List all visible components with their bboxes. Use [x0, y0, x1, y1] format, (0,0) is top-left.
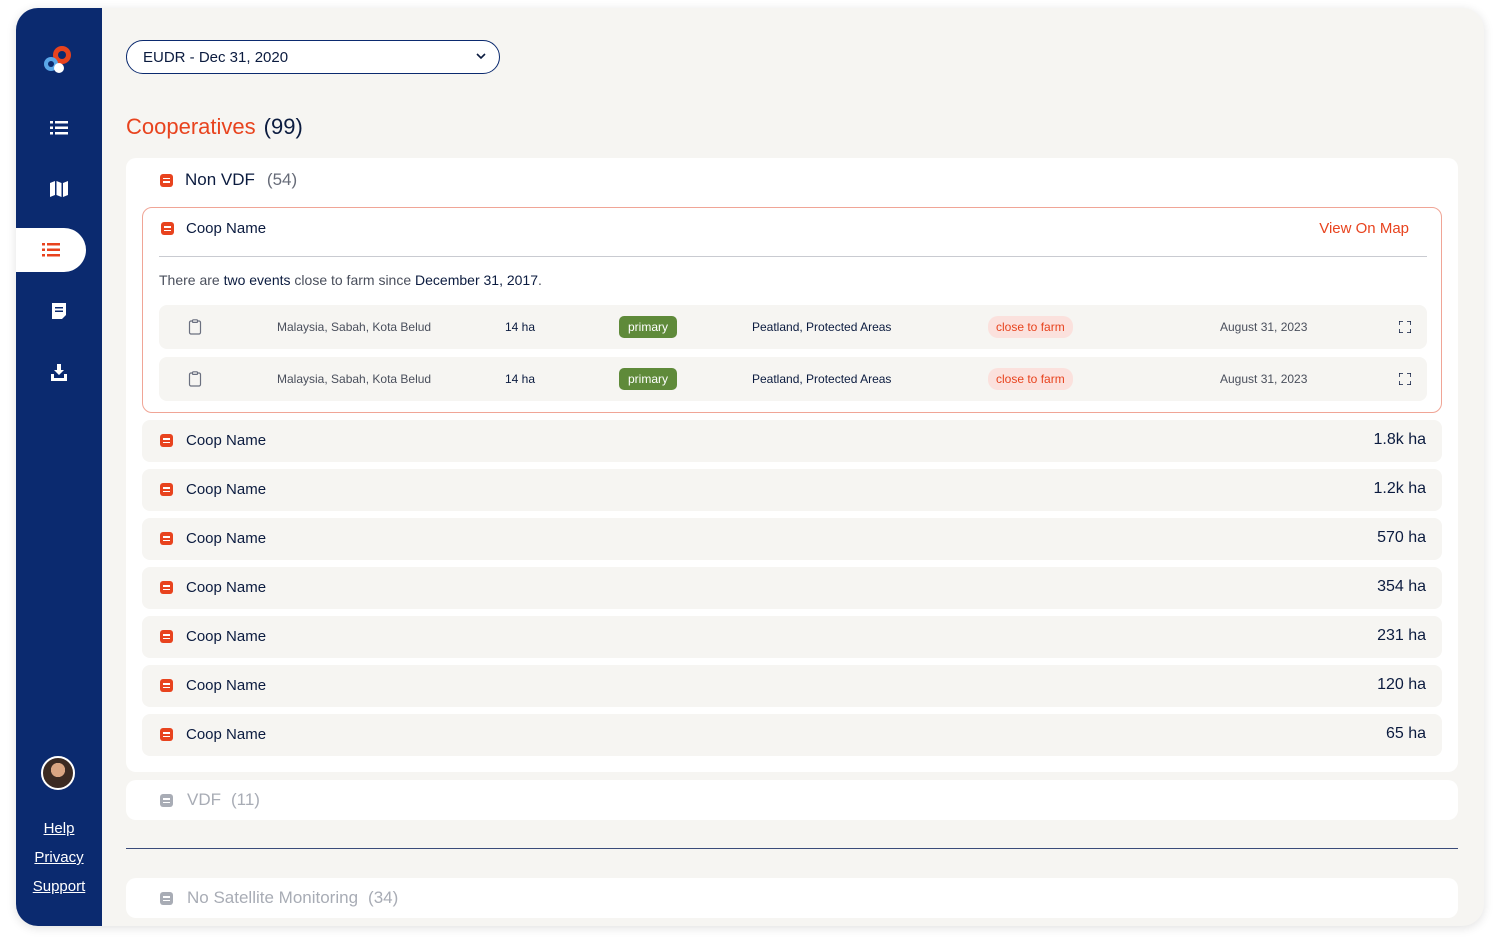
coop-area: 1.2k ha: [1373, 480, 1426, 497]
cooperative-icon: [160, 728, 173, 741]
coop-row[interactable]: Coop Name 1.2k ha: [142, 469, 1442, 511]
event-area: 14 ha: [505, 372, 536, 386]
cooperative-icon: [160, 483, 173, 496]
coop-name: Coop Name: [186, 432, 267, 449]
support-link[interactable]: Support: [16, 878, 102, 895]
coop-name: Coop Name: [186, 628, 267, 645]
cooperative-icon: [160, 434, 173, 447]
nav-list[interactable]: [16, 106, 102, 150]
group-vdf-label: VDF (11): [187, 790, 260, 810]
nav-documents[interactable]: [16, 289, 102, 333]
event-row[interactable]: Malaysia, Sabah, Kota Belud 14 ha primar…: [159, 305, 1427, 349]
cooperative-icon: [160, 630, 173, 643]
summary-event-count: two events: [223, 272, 291, 288]
page-title-count: (99): [263, 114, 303, 139]
app-logo[interactable]: [40, 42, 76, 78]
list-icon: [50, 121, 68, 135]
coop-row[interactable]: Coop Name 1.8k ha: [142, 420, 1442, 462]
events-summary: There are two events close to farm since…: [159, 272, 542, 288]
event-location: Malaysia, Sabah, Kota Belud: [277, 320, 432, 334]
coop-name: Coop Name: [186, 530, 267, 547]
user-avatar[interactable]: [41, 756, 75, 790]
group-no-satellite-label: No Satellite Monitoring (34): [187, 888, 398, 908]
cooperative-icon: [160, 679, 173, 692]
chevron-down-icon: [476, 53, 486, 60]
page-title-text: Cooperatives: [126, 114, 256, 139]
event-zone: Peatland, Protected Areas: [752, 320, 892, 334]
document-icon: [52, 303, 66, 319]
help-link[interactable]: Help: [16, 820, 102, 837]
coop-name: Coop Name: [186, 726, 267, 743]
group-count: (34): [368, 888, 399, 907]
event-date: August 31, 2023: [1220, 372, 1308, 386]
group-non-vdf-header[interactable]: Non VDF (54): [160, 170, 297, 190]
coop-expanded-card: Coop Name View On Map There are two even…: [142, 207, 1442, 413]
sidebar: Help Privacy Support: [16, 8, 102, 926]
event-type-tag: primary: [619, 368, 678, 390]
coop-expanded-header[interactable]: Coop Name: [161, 220, 266, 237]
summary-text: .: [538, 272, 542, 288]
event-type-tag: primary: [619, 316, 678, 338]
group-label: Non VDF: [185, 170, 255, 189]
event-date: August 31, 2023: [1220, 320, 1308, 334]
nav-cooperatives[interactable]: [16, 228, 86, 272]
coop-name: Coop Name: [186, 579, 267, 596]
event-status-badge: close to farm: [988, 368, 1073, 390]
divider: [159, 256, 1427, 257]
coop-row[interactable]: Coop Name 570 ha: [142, 518, 1442, 560]
summary-text: close to farm since: [290, 272, 416, 288]
group-non-vdf: Non VDF (54) Coop Name View On Map There…: [126, 158, 1458, 772]
view-on-map-link[interactable]: View On Map: [1319, 220, 1409, 237]
cooperative-icon: [160, 794, 173, 807]
cooperative-icon: [160, 532, 173, 545]
coop-area: 231 ha: [1377, 627, 1426, 644]
coop-name: Coop Name: [186, 677, 267, 694]
summary-date: December 31, 2017: [415, 272, 538, 288]
coop-row[interactable]: Coop Name 65 ha: [142, 714, 1442, 756]
cooperative-icon: [160, 173, 173, 187]
coop-row[interactable]: Coop Name 120 ha: [142, 665, 1442, 707]
coop-row[interactable]: Coop Name 354 ha: [142, 567, 1442, 609]
event-area: 14 ha: [505, 320, 536, 334]
coop-area: 570 ha: [1377, 529, 1426, 546]
group-count: (54): [266, 170, 298, 189]
expand-icon[interactable]: [1399, 373, 1411, 385]
group-no-satellite[interactable]: No Satellite Monitoring (34): [126, 878, 1458, 918]
event-row[interactable]: Malaysia, Sabah, Kota Belud 14 ha primar…: [159, 357, 1427, 401]
main-content: EUDR - Dec 31, 2020 Cooperatives (99) Non…: [102, 8, 1484, 926]
nav-map[interactable]: [16, 167, 102, 211]
coop-area: 65 ha: [1385, 725, 1426, 742]
group-label: VDF: [187, 790, 221, 809]
clipboard-icon: [188, 319, 202, 335]
coop-name: Coop Name: [186, 481, 267, 498]
page-title: Cooperatives (99): [126, 114, 303, 140]
clipboard-icon: [188, 371, 202, 387]
map-icon: [50, 181, 68, 197]
summary-text: There are: [159, 272, 224, 288]
regulation-select[interactable]: EUDR - Dec 31, 2020: [126, 40, 500, 74]
cooperative-icon: [161, 222, 174, 235]
coop-row[interactable]: Coop Name 231 ha: [142, 616, 1442, 658]
group-vdf[interactable]: VDF (11): [126, 780, 1458, 820]
cooperative-icon: [160, 892, 173, 905]
event-zone: Peatland, Protected Areas: [752, 372, 892, 386]
coop-name: Coop Name: [186, 220, 267, 237]
group-count: (11): [231, 790, 260, 809]
download-icon: [51, 363, 67, 381]
event-location: Malaysia, Sabah, Kota Belud: [277, 372, 432, 386]
privacy-link[interactable]: Privacy: [16, 849, 102, 866]
group-label: No Satellite Monitoring: [187, 888, 359, 907]
coop-area: 354 ha: [1377, 578, 1426, 595]
cooperative-icon: [160, 581, 173, 594]
nav-download[interactable]: [16, 350, 102, 394]
list-active-icon: [42, 243, 60, 257]
coop-area: 120 ha: [1377, 676, 1426, 693]
expand-icon[interactable]: [1399, 321, 1411, 333]
regulation-select-value: EUDR - Dec 31, 2020: [143, 48, 289, 66]
coop-area: 1.8k ha: [1373, 431, 1426, 448]
section-divider: [126, 848, 1458, 849]
app-window: Help Privacy Support EUDR - Dec 31, 2020…: [16, 8, 1484, 926]
event-status-badge: close to farm: [988, 316, 1073, 338]
